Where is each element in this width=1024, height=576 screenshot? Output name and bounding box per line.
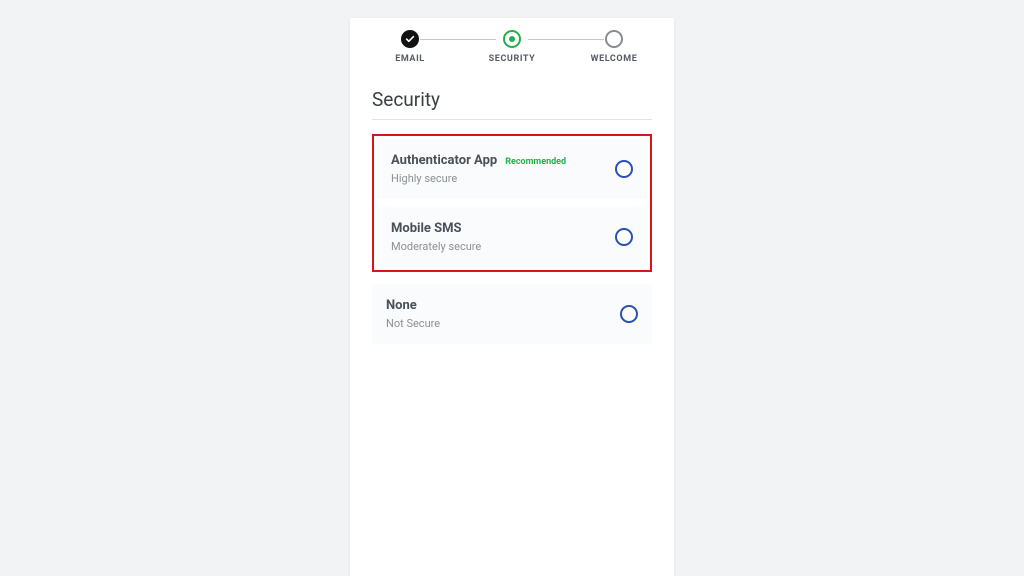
option-title: Mobile SMS [391,221,462,236]
stepper-label: EMAIL [395,54,425,64]
check-icon [401,30,419,48]
section-title: Security [372,88,652,120]
option-mobile-sms[interactable]: Mobile SMS Moderately secure [377,207,647,267]
option-title: None [386,298,417,313]
radio-icon[interactable] [615,228,633,246]
option-text: Mobile SMS Moderately secure [391,221,615,253]
stepper-label: SECURITY [489,54,536,64]
option-none[interactable]: None Not Secure [372,284,652,344]
highlighted-options-group: Authenticator App Recommended Highly sec… [372,134,652,272]
stepper-label: WELCOME [591,54,638,64]
stepper-step-welcome[interactable]: WELCOME [582,30,646,64]
option-title: Authenticator App [391,153,497,168]
option-text: None Not Secure [386,298,620,330]
active-dot-icon [503,30,521,48]
stepper-step-email[interactable]: EMAIL [378,30,442,64]
stepper: EMAIL SECURITY WELCOME [350,18,674,74]
circle-icon [605,30,623,48]
setup-card: EMAIL SECURITY WELCOME Security Authenti… [350,18,674,576]
option-subtitle: Moderately secure [391,240,615,253]
security-section: Security Authenticator App Recommended H… [350,74,674,374]
option-text: Authenticator App Recommended Highly sec… [391,153,615,185]
option-subtitle: Not Secure [386,317,620,330]
stepper-step-security[interactable]: SECURITY [480,30,544,64]
option-authenticator-app[interactable]: Authenticator App Recommended Highly sec… [377,139,647,199]
option-subtitle: Highly secure [391,172,615,185]
recommended-badge: Recommended [505,157,566,167]
radio-icon[interactable] [615,160,633,178]
radio-icon[interactable] [620,305,638,323]
